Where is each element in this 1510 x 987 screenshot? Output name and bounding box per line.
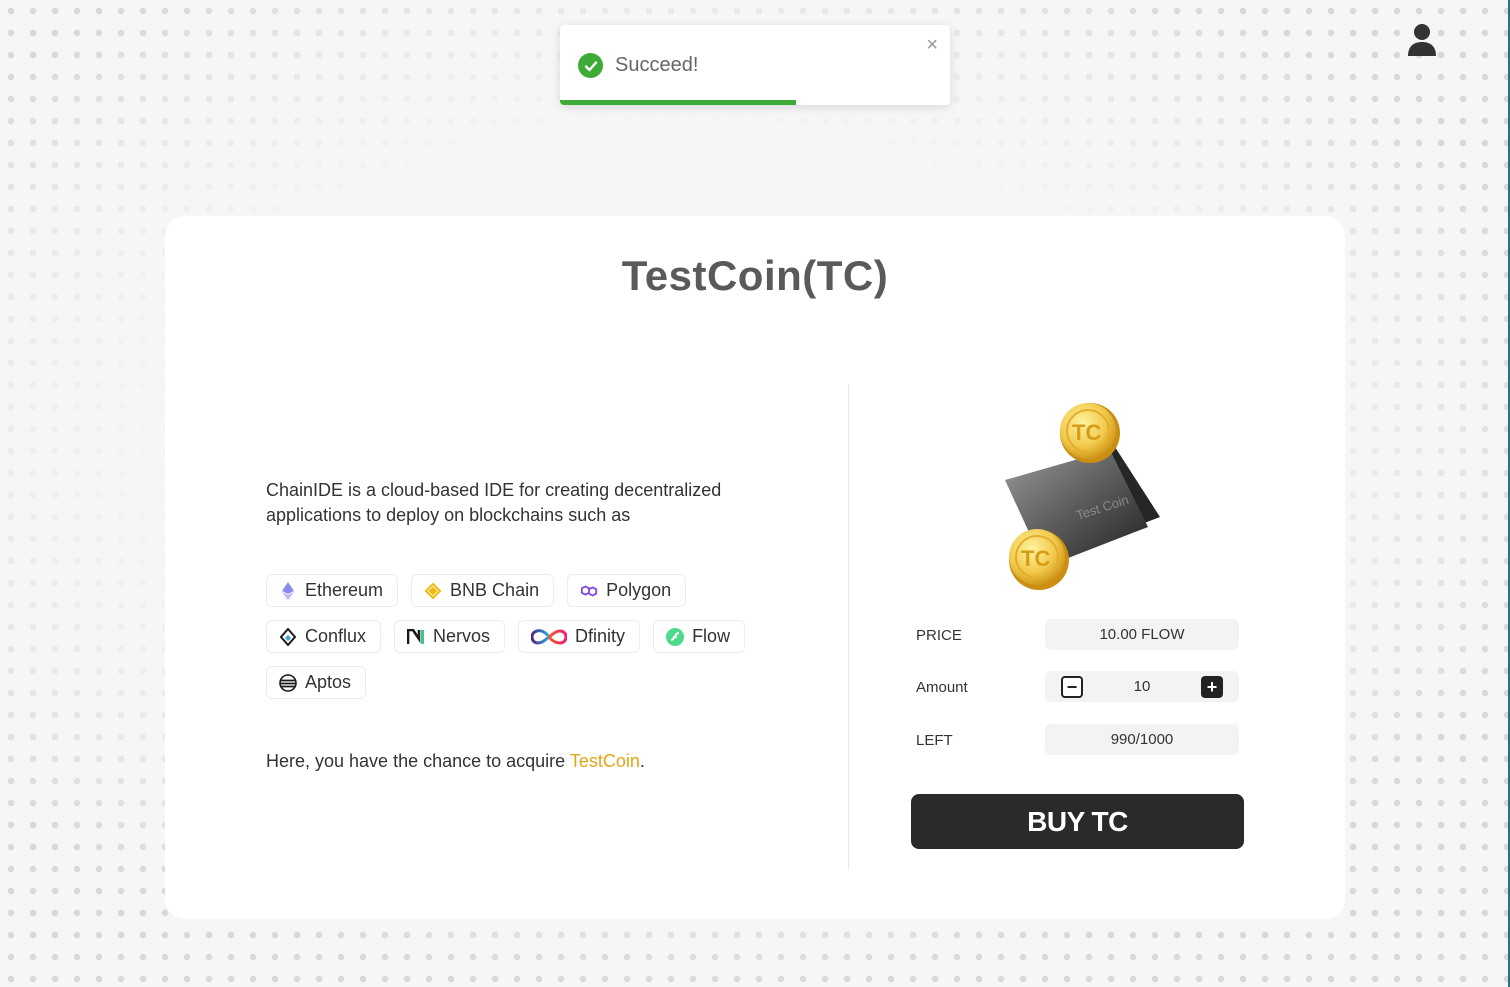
amount-stepper: − 10 + — [1045, 671, 1239, 702]
aptos-icon — [279, 673, 297, 692]
left-label: LEFT — [916, 732, 953, 749]
price-label: PRICE — [916, 627, 962, 644]
close-icon[interactable]: × — [926, 35, 938, 55]
toast-progress-bar — [560, 100, 950, 105]
coin-text: TC — [1072, 420, 1101, 445]
user-icon[interactable] — [1406, 22, 1438, 58]
chain-label: Ethereum — [305, 580, 384, 600]
chain-label: BNB Chain — [450, 580, 540, 600]
chain-chip-flow[interactable]: Flow — [653, 620, 746, 653]
flow-icon — [666, 627, 685, 646]
coin-text: TC — [1021, 546, 1050, 571]
amount-label: Amount — [916, 679, 968, 696]
testcoin-link[interactable]: TestCoin — [570, 751, 640, 771]
conflux-icon — [279, 627, 297, 646]
chain-chip-bnb[interactable]: BNB Chain — [411, 574, 555, 607]
decrease-button[interactable]: − — [1061, 675, 1083, 698]
increase-button[interactable]: + — [1201, 675, 1223, 698]
acquire-text: Here, you have the chance to acquire Tes… — [266, 751, 645, 772]
acquire-suffix: . — [639, 751, 645, 771]
polygon-icon — [580, 582, 598, 600]
description-text: ChainIDE is a cloud-based IDE for creati… — [266, 480, 722, 525]
chain-label: Dfinity — [575, 626, 626, 646]
ethereum-icon — [279, 581, 297, 600]
buy-button[interactable]: BUY TC — [911, 794, 1244, 849]
dfinity-icon — [531, 628, 568, 646]
chain-chip-conflux[interactable]: Conflux — [266, 620, 382, 653]
check-circle-icon — [578, 53, 603, 78]
price-value: 10.00 FLOW — [1045, 619, 1239, 650]
chain-chip-polygon[interactable]: Polygon — [567, 574, 687, 607]
token-sale-card: TestCoin(TC) ChainIDE is a cloud-based I… — [165, 216, 1345, 919]
testcoin-image: Test Coin TC TC — [1000, 402, 1170, 597]
chain-label: Conflux — [305, 626, 367, 646]
amount-value[interactable]: 10 — [1134, 678, 1151, 695]
chain-label: Aptos — [305, 672, 352, 692]
chain-list: Ethereum BNB Chain Polygon Conflux Nervo… — [266, 574, 786, 699]
bnb-chain-icon — [424, 582, 442, 600]
toast-progress-fill — [560, 100, 796, 105]
left-value: 990/1000 — [1045, 724, 1239, 755]
column-divider — [848, 384, 849, 870]
chain-chip-ethereum[interactable]: Ethereum — [266, 574, 399, 607]
toast-message: Succeed! — [615, 54, 699, 76]
chain-chip-aptos[interactable]: Aptos — [266, 666, 367, 699]
chain-label: Flow — [692, 626, 731, 646]
nervos-icon — [407, 628, 425, 646]
page-title: TestCoin(TC) — [621, 252, 889, 299]
chain-label: Polygon — [606, 580, 672, 600]
success-toast: Succeed! × — [560, 25, 950, 105]
chain-label: Nervos — [433, 626, 491, 646]
chain-chip-dfinity[interactable]: Dfinity — [518, 620, 641, 653]
acquire-prefix: Here, you have the chance to acquire — [266, 751, 570, 771]
chain-chip-nervos[interactable]: Nervos — [394, 620, 506, 653]
